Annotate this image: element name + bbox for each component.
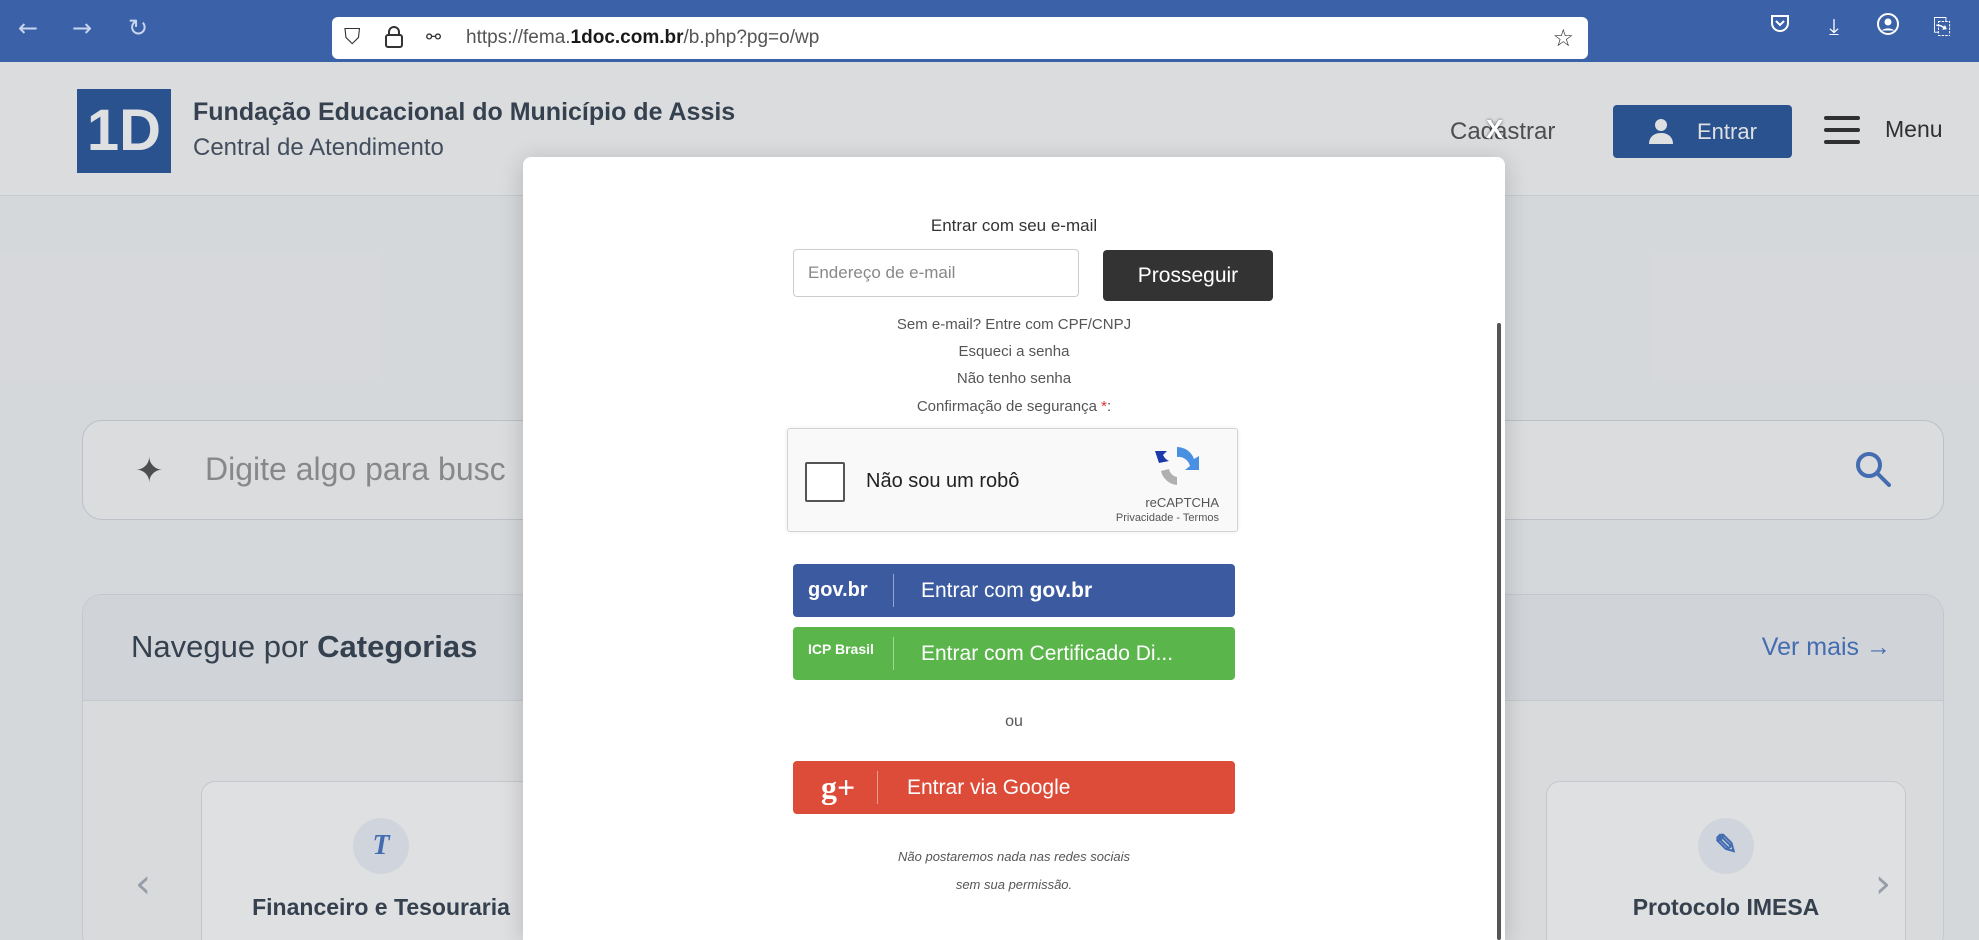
no-password-link[interactable]: Não tenho senha: [523, 370, 1505, 387]
reload-icon[interactable]: ↻: [122, 12, 154, 44]
recaptcha-terms[interactable]: Privacidade - Termos: [1116, 512, 1219, 524]
back-icon[interactable]: ←: [12, 12, 44, 44]
or-divider: ou: [1005, 713, 1023, 730]
recaptcha-widget: Não sou um robô reCAPTCHA Privacidade - …: [787, 428, 1238, 532]
icp-brasil-logo: ICP Brasil: [808, 641, 874, 657]
permissions-icon[interactable]: ⚯: [426, 25, 441, 51]
proceed-button[interactable]: Prosseguir: [1103, 250, 1273, 301]
captcha-checkbox[interactable]: [805, 462, 845, 502]
google-label: Entrar via Google: [907, 776, 1071, 799]
disclaimer-line-2: sem sua permissão.: [955, 877, 1073, 892]
url-text[interactable]: https://fema.1doc.com.br/b.php?pg=o/wp: [466, 27, 819, 49]
star-icon[interactable]: ☆: [1552, 24, 1574, 52]
certificate-login-button[interactable]: ICP Brasil Entrar com Certificado Di...: [793, 627, 1235, 680]
address-bar[interactable]: ⛉ ⚯ https://fema.1doc.com.br/b.php?pg=o/…: [332, 17, 1588, 59]
separator: [877, 771, 878, 804]
govbr-logo: gov.br: [808, 579, 868, 601]
login-heading: Entrar com seu e-mail: [930, 216, 1098, 235]
google-login-button[interactable]: g+ Entrar via Google: [793, 761, 1235, 814]
email-field[interactable]: [793, 249, 1079, 297]
download-icon[interactable]: ⤓: [1818, 12, 1850, 44]
disclaimer-line-1: Não postaremos nada nas redes sociais: [898, 849, 1130, 864]
captcha-label: Não sou um robô: [866, 470, 1020, 492]
extensions-icon[interactable]: ⎘: [1926, 12, 1958, 44]
certificate-label: Entrar com Certificado Di...: [921, 642, 1174, 665]
recaptcha-icon: [1155, 446, 1199, 485]
browser-toolbar: ← → ↻ ⛉ ⚯ https://fema.1doc.com.br/b.php…: [0, 0, 1979, 62]
recaptcha-brand: reCAPTCHA: [1145, 495, 1219, 510]
govbr-label: Entrar com gov.br: [921, 579, 1093, 602]
pocket-icon[interactable]: [1764, 12, 1796, 44]
govbr-login-button[interactable]: gov.br Entrar com gov.br: [793, 564, 1235, 617]
security-label: Confirmação de segurança *:: [916, 398, 1112, 415]
separator: [893, 574, 894, 607]
account-icon[interactable]: [1872, 12, 1904, 44]
forgot-password-link[interactable]: Esqueci a senha: [523, 343, 1505, 360]
shield-icon[interactable]: ⛉: [344, 25, 361, 51]
modal-scrollbar[interactable]: [1497, 323, 1501, 940]
google-plus-icon: g+: [821, 769, 856, 805]
close-icon[interactable]: X: [1486, 114, 1503, 145]
separator: [893, 637, 894, 670]
lock-icon[interactable]: [384, 25, 404, 56]
login-modal: Entrar com seu e-mail Prosseguir Sem e-m…: [523, 157, 1505, 940]
cpf-login-link[interactable]: Sem e-mail? Entre com CPF/CNPJ: [523, 316, 1505, 333]
forward-icon[interactable]: →: [66, 12, 98, 44]
